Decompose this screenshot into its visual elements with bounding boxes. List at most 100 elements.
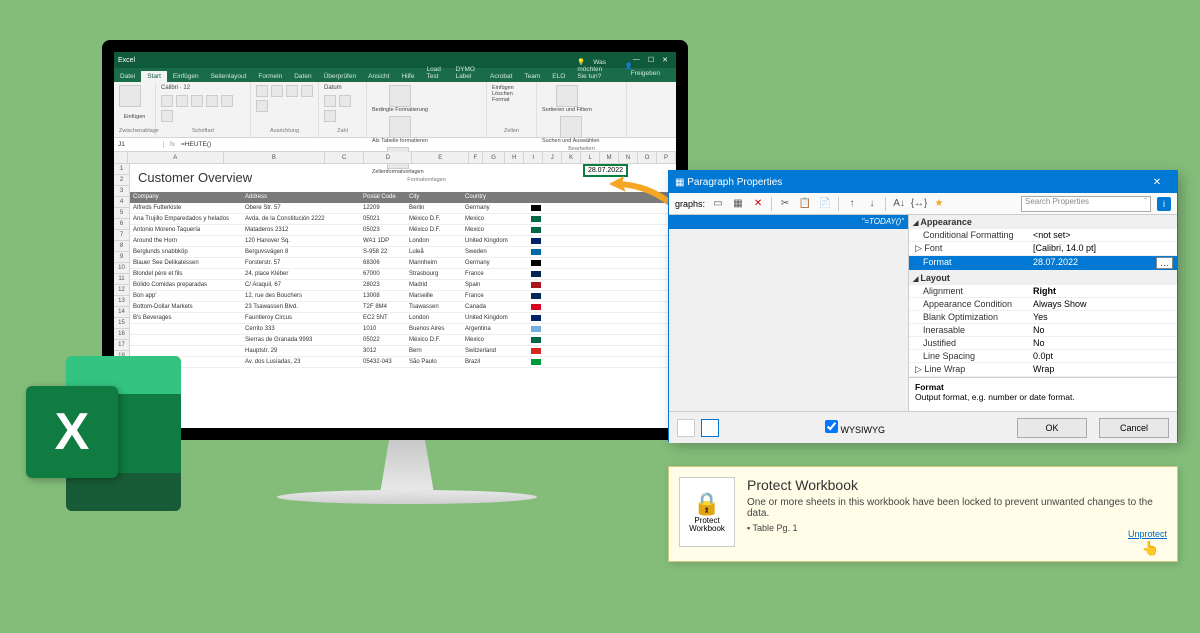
find-icon[interactable] — [560, 116, 582, 138]
tab-file[interactable]: Datei — [114, 71, 141, 82]
tab-insert[interactable]: Einfügen — [167, 71, 205, 82]
col-header[interactable]: L — [581, 152, 600, 164]
prop-cond-format[interactable]: Conditional Formatting<not set> — [909, 229, 1177, 242]
spreadsheet-grid[interactable]: ABCDEFGHIJKLMNOP 12345678910111213141516… — [114, 152, 676, 368]
down-icon[interactable]: ↓ — [865, 197, 879, 211]
formula-entry[interactable]: "=TODAY()" — [669, 215, 908, 229]
tab-elo[interactable]: ELO — [546, 71, 571, 82]
formula-input[interactable]: =HEUTE() — [181, 141, 211, 148]
protect-workbook-button[interactable]: 🔒 Protect Workbook — [679, 477, 735, 547]
align-center-icon[interactable] — [271, 85, 283, 97]
underline-icon[interactable] — [191, 95, 203, 107]
table-row[interactable]: Bólido Comidas preparadasC/ Araquil, 672… — [130, 280, 676, 291]
row-header[interactable]: 2 — [114, 175, 130, 186]
table-row[interactable]: Berglunds snabbköpBerguvsvägen 8S-958 22… — [130, 247, 676, 258]
prop-justified[interactable]: JustifiedNo — [909, 337, 1177, 350]
tab-dymo[interactable]: DYMO Label — [449, 64, 484, 82]
col-header[interactable]: G — [483, 152, 505, 164]
align-right-icon[interactable] — [286, 85, 298, 97]
table-row[interactable]: Sierras de Granada 999305022México D.F.M… — [130, 335, 676, 346]
tab-loadtest[interactable]: Load Test — [420, 64, 449, 82]
row-header[interactable]: 15 — [114, 318, 130, 329]
grid-icon[interactable]: ▦ — [731, 197, 745, 211]
row-header[interactable]: 5 — [114, 208, 130, 219]
col-header[interactable]: D — [364, 152, 412, 164]
italic-icon[interactable] — [176, 95, 188, 107]
table-row[interactable]: Bottom-Dollar Markets23 Tsawassen Blvd.T… — [130, 302, 676, 313]
table-row[interactable]: Around the Horn120 Hanover Sq.WA1 1DPLon… — [130, 236, 676, 247]
col-header[interactable]: B — [224, 152, 325, 164]
paste-icon[interactable]: 📄 — [818, 197, 832, 211]
row-header[interactable]: 14 — [114, 307, 130, 318]
col-header[interactable]: E — [412, 152, 469, 164]
expand-icon[interactable]: {↔} — [912, 197, 926, 211]
col-header[interactable]: I — [524, 152, 543, 164]
row-header[interactable]: 9 — [114, 252, 130, 263]
new-icon[interactable]: ▭ — [711, 197, 725, 211]
sort-icon[interactable] — [556, 85, 578, 107]
font-name[interactable]: Calibri — [161, 85, 178, 91]
prop-appearance-condition[interactable]: Appearance ConditionAlways Show — [909, 298, 1177, 311]
row-header[interactable]: 3 — [114, 186, 130, 197]
col-header[interactable]: C — [325, 152, 365, 164]
col-header[interactable]: N — [619, 152, 638, 164]
row-header[interactable]: 16 — [114, 329, 130, 340]
font-color-icon[interactable] — [161, 110, 173, 122]
percent-icon[interactable] — [339, 95, 351, 107]
col-header[interactable]: J — [543, 152, 562, 164]
az-sort-icon[interactable]: A↓ — [892, 197, 906, 211]
prop-font[interactable]: ▷ Font[Calibri, 14.0 pt] — [909, 242, 1177, 256]
table-row[interactable]: B's BeveragesFauntleroy CircusEC2 5NTLon… — [130, 313, 676, 324]
prop-blank-optimization[interactable]: Blank OptimizationYes — [909, 311, 1177, 324]
footer-icon-2[interactable] — [701, 419, 719, 437]
tab-formulas[interactable]: Formeln — [252, 71, 288, 82]
unprotect-link[interactable]: Unprotect — [1128, 529, 1167, 539]
tab-layout[interactable]: Seitenlayout — [205, 71, 253, 82]
footer-icon-1[interactable] — [677, 419, 695, 437]
table-row[interactable]: Av. dos Lusíadas, 2305432-043São PauloBr… — [130, 357, 676, 368]
wysiwyg-checkbox[interactable]: WYSIWYG — [825, 420, 885, 435]
section-appearance[interactable]: Appearance — [909, 215, 1177, 229]
name-box[interactable]: J1 — [114, 141, 164, 148]
row-header[interactable]: 6 — [114, 219, 130, 230]
prop-inerasable[interactable]: InerasableNo — [909, 324, 1177, 337]
search-input[interactable]: Search Properties ˇ — [1021, 196, 1151, 212]
number-format[interactable]: Datum — [324, 85, 361, 91]
paste-icon[interactable] — [119, 85, 141, 107]
wrap-icon[interactable] — [301, 85, 313, 97]
table-row[interactable]: Antonio Moreno TaqueríaMataderos 2312050… — [130, 225, 676, 236]
tab-home[interactable]: Start — [141, 71, 167, 82]
tab-data[interactable]: Daten — [288, 71, 317, 82]
prop-line-wrap[interactable]: ▷ Line WrapWrap — [909, 363, 1177, 377]
row-header[interactable]: 13 — [114, 296, 130, 307]
table-row[interactable]: Cerrito 3331010Buenos AiresArgentina — [130, 324, 676, 335]
copy-icon[interactable]: 📋 — [798, 197, 812, 211]
prop-format[interactable]: Format28.07.2022 … — [909, 256, 1177, 271]
currency-icon[interactable] — [324, 95, 336, 107]
prop-line-spacing[interactable]: Line Spacing0.0pt — [909, 350, 1177, 363]
col-header[interactable]: P — [657, 152, 676, 164]
cancel-button[interactable]: Cancel — [1099, 418, 1169, 438]
prop-alignment[interactable]: AlignmentRight — [909, 285, 1177, 298]
comma-icon[interactable] — [324, 110, 336, 122]
col-header[interactable]: H — [505, 152, 524, 164]
table-row[interactable]: Ana Trujillo Emparedados y heladosAvda. … — [130, 214, 676, 225]
fill-icon[interactable] — [221, 95, 233, 107]
col-header[interactable]: F — [469, 152, 483, 164]
col-header[interactable]: M — [600, 152, 619, 164]
date-cell[interactable]: 28.07.2022 — [583, 164, 628, 177]
merge-icon[interactable] — [256, 100, 268, 112]
star-icon[interactable]: ★ — [932, 197, 946, 211]
row-header[interactable]: 1 — [114, 164, 130, 175]
row-header[interactable]: 17 — [114, 340, 130, 351]
share-button[interactable]: 👤 Freigeben — [619, 60, 672, 79]
row-header[interactable]: 8 — [114, 241, 130, 252]
col-header[interactable]: A — [128, 152, 224, 164]
align-left-icon[interactable] — [256, 85, 268, 97]
border-icon[interactable] — [206, 95, 218, 107]
cut-icon[interactable]: ✂ — [778, 197, 792, 211]
section-layout[interactable]: Layout — [909, 271, 1177, 285]
row-header[interactable]: 12 — [114, 285, 130, 296]
table-row[interactable]: Alfreds FutterkisteObere Str. 5712209Ber… — [130, 203, 676, 214]
dialog-close-icon[interactable]: ✕ — [1143, 177, 1171, 188]
